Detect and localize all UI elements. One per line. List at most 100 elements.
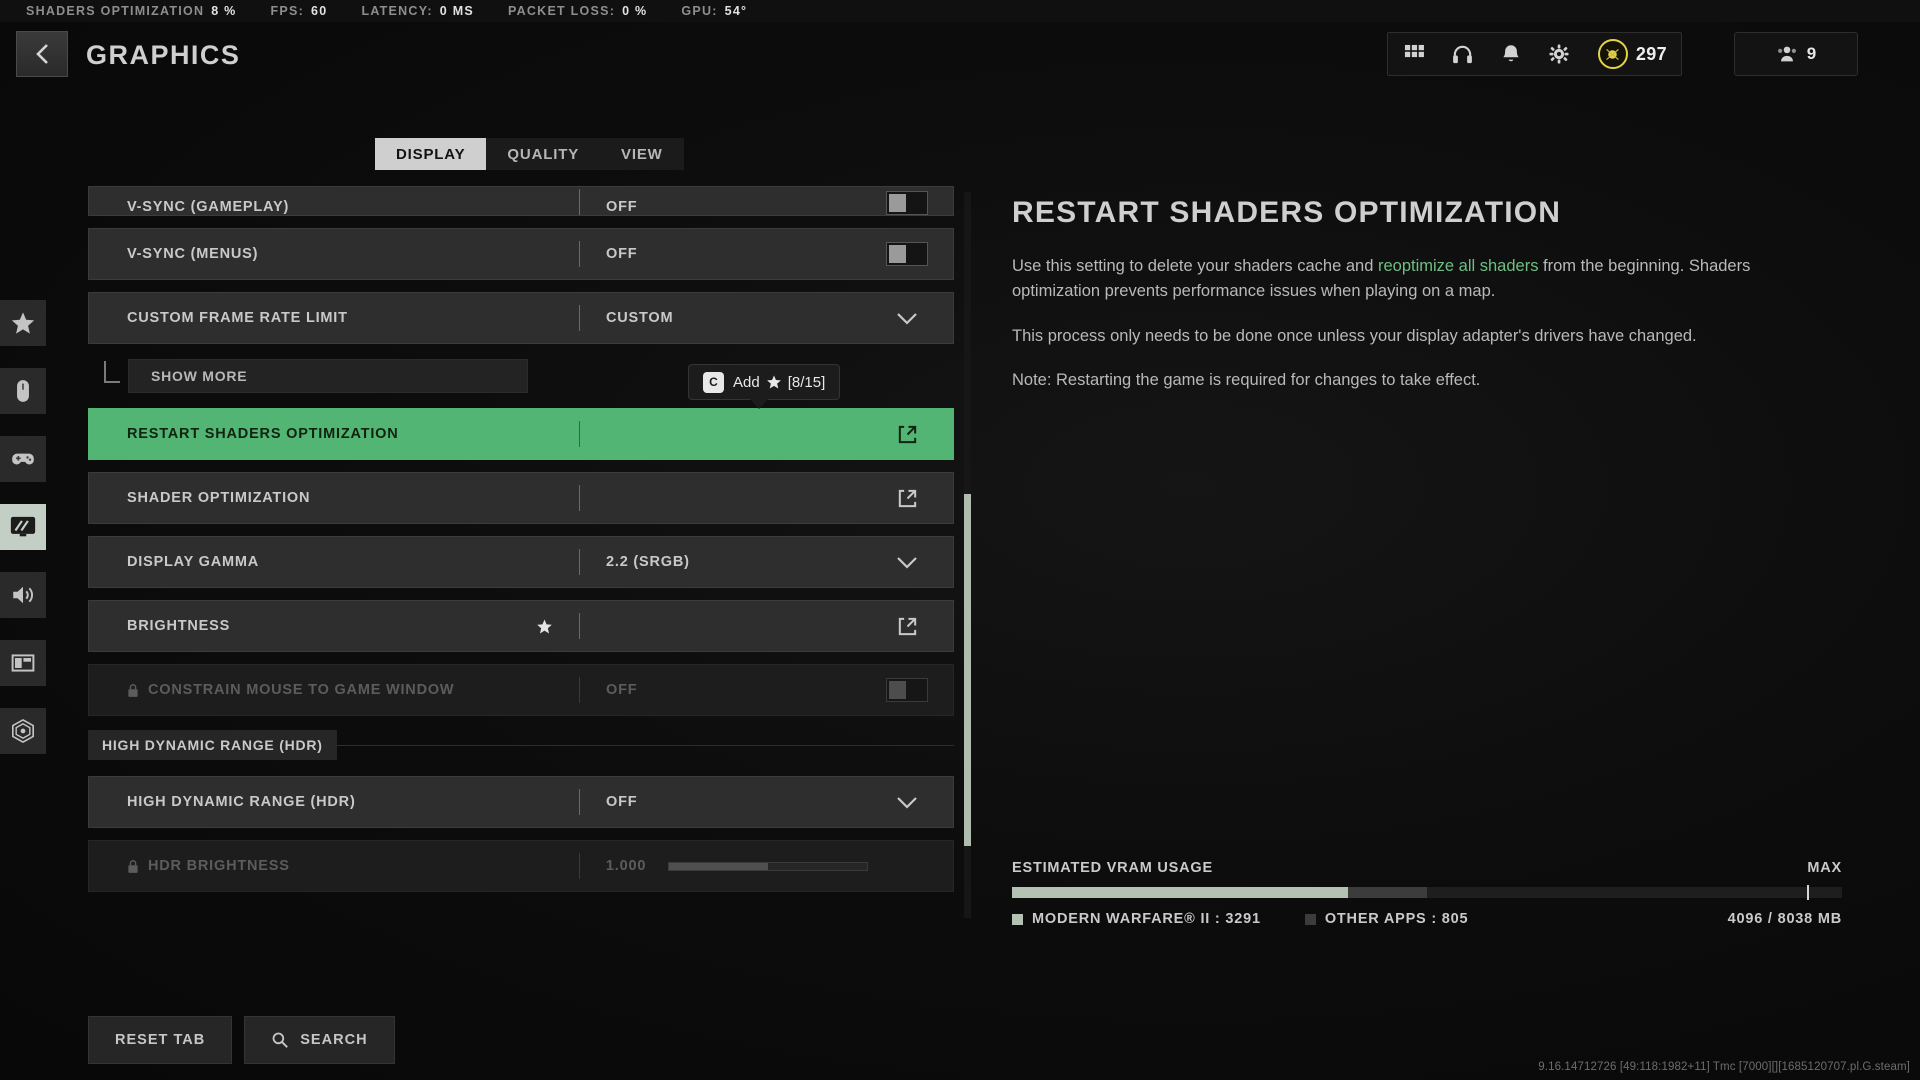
toggle-vsync-menus[interactable] [886, 242, 928, 266]
monitor-icon [10, 516, 36, 537]
vram-bar [1012, 885, 1842, 900]
section-label: HIGH DYNAMIC RANGE (HDR) [88, 730, 337, 760]
setting-label: BRIGHTNESS [127, 618, 231, 634]
perf-value: 0 % [622, 4, 648, 18]
perf-value: 60 [311, 4, 328, 18]
section-rule [336, 744, 954, 746]
perf-label: FPS: [270, 4, 305, 18]
friends-count: 9 [1806, 44, 1817, 63]
detail-panel: RESTART SHADERS OPTIMIZATION Use this se… [1012, 196, 1842, 413]
layout-icon [11, 654, 35, 672]
header-icon-group: 297 [1386, 32, 1682, 76]
reset-tab-button[interactable]: RESET TAB [88, 1016, 233, 1064]
rail-item-controller[interactable] [0, 436, 46, 482]
tab-display[interactable]: DISPLAY [375, 138, 487, 170]
legend-label-game: MODERN WARFARE® II : 3291 [1032, 911, 1261, 927]
vram-max-label: MAX [1807, 860, 1842, 876]
tab-view[interactable]: VIEW [600, 138, 684, 170]
setting-row-restart-shaders-optimization[interactable]: RESTART SHADERS OPTIMIZATION [88, 408, 954, 460]
setting-label: HIGH DYNAMIC RANGE (HDR) [127, 794, 356, 810]
setting-row-vsync-gameplay[interactable]: V-SYNC (GAMEPLAY) OFF [88, 186, 954, 216]
setting-label: V-SYNC (GAMEPLAY) [127, 199, 290, 215]
detail-p1-part-a: Use this setting to delete your shaders … [1012, 257, 1378, 275]
external-link-icon[interactable] [896, 615, 919, 638]
setting-label: SHOW MORE [151, 368, 248, 384]
tree-elbow [104, 361, 120, 383]
perf-value: 54° [724, 4, 748, 18]
vram-segment-other [1348, 887, 1427, 898]
setting-row-custom-frame-rate-limit[interactable]: CUSTOM FRAME RATE LIMIT CUSTOM [88, 292, 954, 344]
star-icon [11, 312, 35, 334]
detail-paragraph-1: Use this setting to delete your shaders … [1012, 254, 1842, 304]
friends-button[interactable]: 9 [1734, 32, 1858, 76]
detail-paragraph-3: Note: Restarting the game is required fo… [1012, 371, 1481, 390]
row-divider [579, 485, 580, 511]
currency-display[interactable]: 297 [1597, 39, 1667, 69]
perf-stat-fps: FPS: 60 [271, 4, 328, 18]
vram-legend-other: OTHER APPS : 805 [1304, 911, 1469, 927]
perf-label: SHADERS OPTIMIZATION [26, 4, 205, 18]
setting-row-hdr[interactable]: HIGH DYNAMIC RANGE (HDR) OFF [88, 776, 954, 828]
page-header: GRAPHICS 297 9 [0, 22, 1920, 84]
key-badge-c: C [703, 371, 724, 393]
external-link-icon[interactable] [896, 423, 919, 446]
page-title: GRAPHICS [86, 40, 241, 70]
rail-item-audio[interactable] [0, 572, 46, 618]
detail-paragraph-2: This process only needs to be done once … [1012, 326, 1697, 345]
vram-title: ESTIMATED VRAM USAGE [1012, 860, 1213, 876]
slider-hdr-brightness [668, 861, 869, 871]
vram-legend: MODERN WARFARE® II : 3291 OTHER APPS : 8… [1012, 911, 1842, 927]
chevron-down-icon[interactable] [896, 556, 918, 569]
search-label: SEARCH [300, 1032, 368, 1048]
rail-item-favorites[interactable] [0, 300, 46, 346]
setting-row-vsync-menus[interactable]: V-SYNC (MENUS) OFF [88, 228, 954, 280]
broadcast-icon [12, 719, 34, 743]
toggle-constrain-mouse [886, 678, 928, 702]
vram-usage-panel: ESTIMATED VRAM USAGE MAX MODERN WARFARE®… [1012, 860, 1842, 927]
chevron-down-icon[interactable] [896, 312, 918, 325]
setting-label: CONSTRAIN MOUSE TO GAME WINDOW [148, 682, 455, 698]
friends-icon [1777, 46, 1796, 62]
chevron-left-icon [35, 44, 48, 64]
settings-tabs: DISPLAY QUALITY VIEW [375, 138, 684, 170]
setting-row-display-gamma[interactable]: DISPLAY GAMMA 2.2 (SRGB) [88, 536, 954, 588]
tooltip-arrow [750, 399, 768, 409]
rail-item-graphics[interactable] [0, 504, 46, 550]
setting-value: OFF [606, 199, 638, 215]
perf-label: GPU: [681, 4, 718, 18]
gamepad-icon [12, 453, 34, 465]
tab-quality[interactable]: QUALITY [486, 138, 600, 170]
setting-row-shader-optimization[interactable]: SHADER OPTIMIZATION [88, 472, 954, 524]
perf-stat-latency: LATENCY: 0 MS [361, 4, 474, 18]
rail-item-account[interactable] [0, 708, 46, 754]
detail-title: RESTART SHADERS OPTIMIZATION [1012, 196, 1562, 229]
legend-swatch-other [1304, 913, 1316, 925]
setting-label: DISPLAY GAMMA [127, 554, 260, 570]
perf-stat-gpu: GPU: 54° [681, 4, 747, 18]
gear-icon[interactable] [1546, 41, 1572, 67]
grid-icon[interactable] [1402, 41, 1428, 67]
toggle-vsync-gameplay[interactable] [886, 191, 928, 215]
setting-label: RESTART SHADERS OPTIMIZATION [127, 426, 399, 442]
rail-item-mouse-keyboard[interactable] [0, 368, 46, 414]
back-button[interactable] [16, 31, 68, 77]
external-link-icon[interactable] [896, 487, 919, 510]
scrollbar-thumb[interactable] [964, 494, 971, 846]
setting-label: V-SYNC (MENUS) [127, 246, 259, 262]
tooltip-count: [8/15] [787, 373, 826, 391]
reset-tab-label: RESET TAB [115, 1032, 206, 1048]
search-button[interactable]: SEARCH [244, 1016, 395, 1064]
headset-icon[interactable] [1450, 41, 1476, 67]
setting-label: SHADER OPTIMIZATION [127, 490, 311, 506]
rail-item-interface[interactable] [0, 640, 46, 686]
vram-capacity: 4096 / 8038 MB [1727, 911, 1842, 927]
bell-icon[interactable] [1498, 41, 1524, 67]
settings-scrollbar[interactable] [964, 192, 971, 918]
cod-points-icon [1597, 39, 1628, 69]
magnifier-icon [272, 1032, 289, 1048]
lock-icon [128, 683, 138, 697]
setting-row-brightness[interactable]: BRIGHTNESS [88, 600, 954, 652]
chevron-down-icon[interactable] [896, 796, 918, 809]
favorite-star-icon[interactable] [536, 618, 553, 635]
star-icon [766, 375, 781, 389]
